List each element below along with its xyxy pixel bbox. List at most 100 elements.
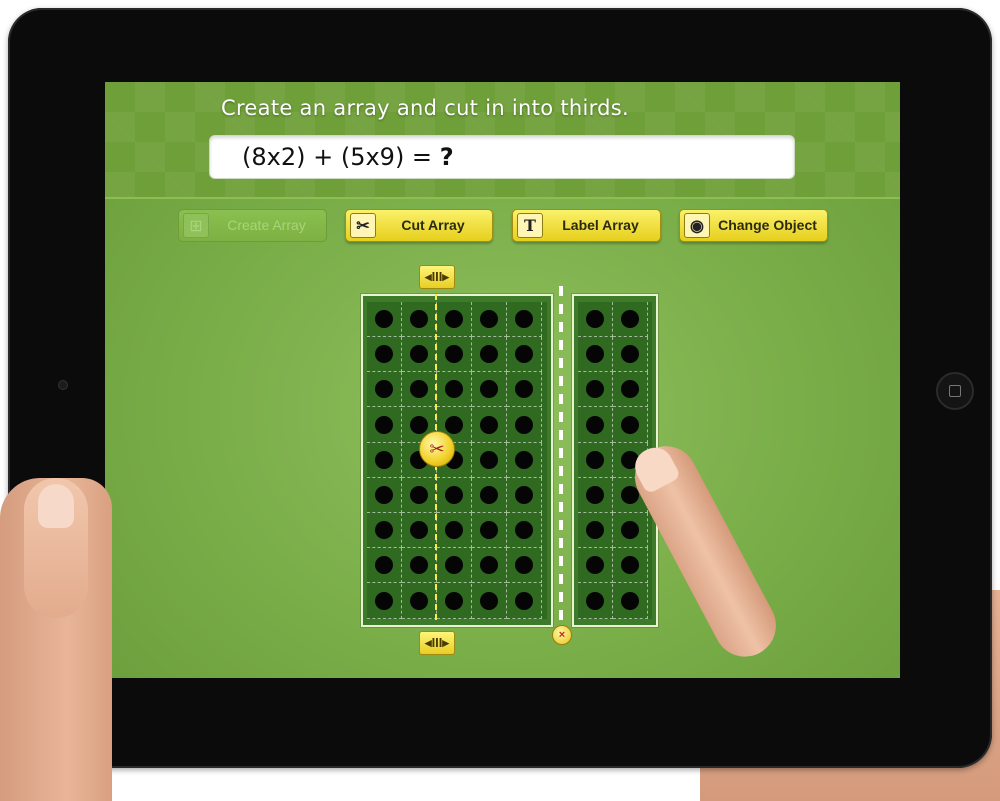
cut-marker-top[interactable]: ◂III▸ bbox=[419, 265, 455, 289]
array-cell bbox=[472, 548, 507, 584]
array-dot[interactable] bbox=[375, 591, 393, 610]
array-cell bbox=[578, 513, 613, 549]
change-object-button[interactable]: ◉ Change Object bbox=[679, 209, 828, 242]
array-dot[interactable] bbox=[515, 486, 533, 504]
array-dot[interactable] bbox=[375, 310, 393, 328]
array-cell bbox=[367, 583, 402, 619]
scissors-cut-handle[interactable]: ✂ bbox=[419, 431, 455, 467]
array-cell bbox=[472, 513, 507, 549]
array-dot[interactable] bbox=[515, 345, 533, 364]
array-dot[interactable] bbox=[586, 486, 604, 504]
array-section-left[interactable] bbox=[361, 294, 553, 627]
remove-cut-button[interactable]: × bbox=[552, 625, 572, 645]
array-cell bbox=[507, 407, 542, 443]
array-dot[interactable] bbox=[621, 415, 639, 434]
array-cell bbox=[613, 302, 648, 337]
equation-text: (8x2) + (5x9) = ? bbox=[242, 143, 454, 171]
equation-field[interactable]: (8x2) + (5x9) = ? bbox=[209, 135, 795, 179]
array-dot[interactable] bbox=[621, 591, 639, 610]
create-array-button[interactable]: ⊞ Create Array bbox=[178, 209, 327, 242]
array-dot[interactable] bbox=[586, 591, 604, 610]
array-dot[interactable] bbox=[410, 521, 428, 540]
array-cell bbox=[367, 548, 402, 584]
cut-array-button[interactable]: ✂ Cut Array bbox=[345, 209, 493, 242]
array-dot[interactable] bbox=[515, 450, 533, 469]
array-dot[interactable] bbox=[480, 556, 498, 575]
array-cell bbox=[578, 548, 613, 584]
array-dot[interactable] bbox=[480, 380, 498, 399]
array-dot[interactable] bbox=[445, 556, 463, 575]
change-object-icon: ◉ bbox=[684, 213, 710, 238]
array-dot[interactable] bbox=[480, 310, 498, 328]
array-dot[interactable] bbox=[586, 345, 604, 364]
array-dot[interactable] bbox=[586, 521, 604, 540]
array-dot[interactable] bbox=[586, 415, 604, 434]
array-dot[interactable] bbox=[445, 415, 463, 434]
array-dot[interactable] bbox=[515, 556, 533, 575]
label-array-button[interactable]: T Label Array bbox=[512, 209, 661, 242]
array-cell bbox=[507, 302, 542, 337]
array-dot[interactable] bbox=[445, 380, 463, 399]
array-cell bbox=[472, 442, 507, 478]
array-dot[interactable] bbox=[480, 521, 498, 540]
array-dot[interactable] bbox=[621, 521, 639, 540]
array-dot[interactable] bbox=[410, 486, 428, 504]
home-button[interactable] bbox=[936, 372, 974, 410]
array-cell bbox=[613, 407, 648, 443]
array-cell bbox=[578, 407, 613, 443]
array-dot[interactable] bbox=[410, 310, 428, 328]
array-dot[interactable] bbox=[480, 486, 498, 504]
array-cell bbox=[437, 583, 472, 619]
label-array-label: Label Array bbox=[562, 217, 639, 233]
array-cell bbox=[613, 513, 648, 549]
array-dot[interactable] bbox=[445, 345, 463, 364]
array-cell bbox=[402, 372, 437, 408]
array-dot[interactable] bbox=[410, 556, 428, 575]
array-dot[interactable] bbox=[375, 380, 393, 399]
array-dot[interactable] bbox=[410, 345, 428, 364]
array-dot[interactable] bbox=[375, 345, 393, 364]
array-dot[interactable] bbox=[375, 521, 393, 540]
cut-array-label: Cut Array bbox=[401, 217, 465, 233]
array-dot[interactable] bbox=[515, 380, 533, 399]
array-dot[interactable] bbox=[375, 415, 393, 434]
array-dot[interactable] bbox=[445, 591, 463, 610]
array-dot[interactable] bbox=[410, 415, 428, 434]
array-cell bbox=[507, 337, 542, 373]
array-dot[interactable] bbox=[480, 345, 498, 364]
array-cell bbox=[613, 372, 648, 408]
equation-expression: (8x2) + (5x9) = bbox=[242, 143, 433, 171]
array-dot[interactable] bbox=[586, 380, 604, 399]
array-dot[interactable] bbox=[621, 310, 639, 328]
array-dot[interactable] bbox=[515, 521, 533, 540]
array-cell bbox=[437, 372, 472, 408]
array-dot[interactable] bbox=[586, 556, 604, 575]
section-divider bbox=[559, 286, 563, 629]
array-cell bbox=[507, 583, 542, 619]
array-dot[interactable] bbox=[445, 486, 463, 504]
array-cell bbox=[367, 442, 402, 478]
array-dot[interactable] bbox=[621, 380, 639, 399]
array-dot[interactable] bbox=[480, 415, 498, 434]
array-cell bbox=[402, 337, 437, 373]
array-cell bbox=[402, 478, 437, 513]
array-dot[interactable] bbox=[375, 486, 393, 504]
array-dot[interactable] bbox=[375, 450, 393, 469]
array-dot[interactable] bbox=[445, 310, 463, 328]
array-dot[interactable] bbox=[410, 591, 428, 610]
array-dot[interactable] bbox=[410, 380, 428, 399]
array-cell bbox=[367, 302, 402, 337]
array-dot[interactable] bbox=[621, 556, 639, 575]
array-dot[interactable] bbox=[586, 310, 604, 328]
array-dot[interactable] bbox=[515, 415, 533, 434]
array-dot[interactable] bbox=[375, 556, 393, 575]
array-dot[interactable] bbox=[445, 521, 463, 540]
cut-marker-bottom[interactable]: ◂III▸ bbox=[419, 631, 455, 655]
array-dot[interactable] bbox=[586, 450, 604, 469]
array-dot[interactable] bbox=[515, 591, 533, 610]
array-dot[interactable] bbox=[480, 591, 498, 610]
array-dot[interactable] bbox=[480, 450, 498, 469]
array-cell bbox=[437, 478, 472, 513]
array-dot[interactable] bbox=[621, 345, 639, 364]
array-dot[interactable] bbox=[515, 310, 533, 328]
